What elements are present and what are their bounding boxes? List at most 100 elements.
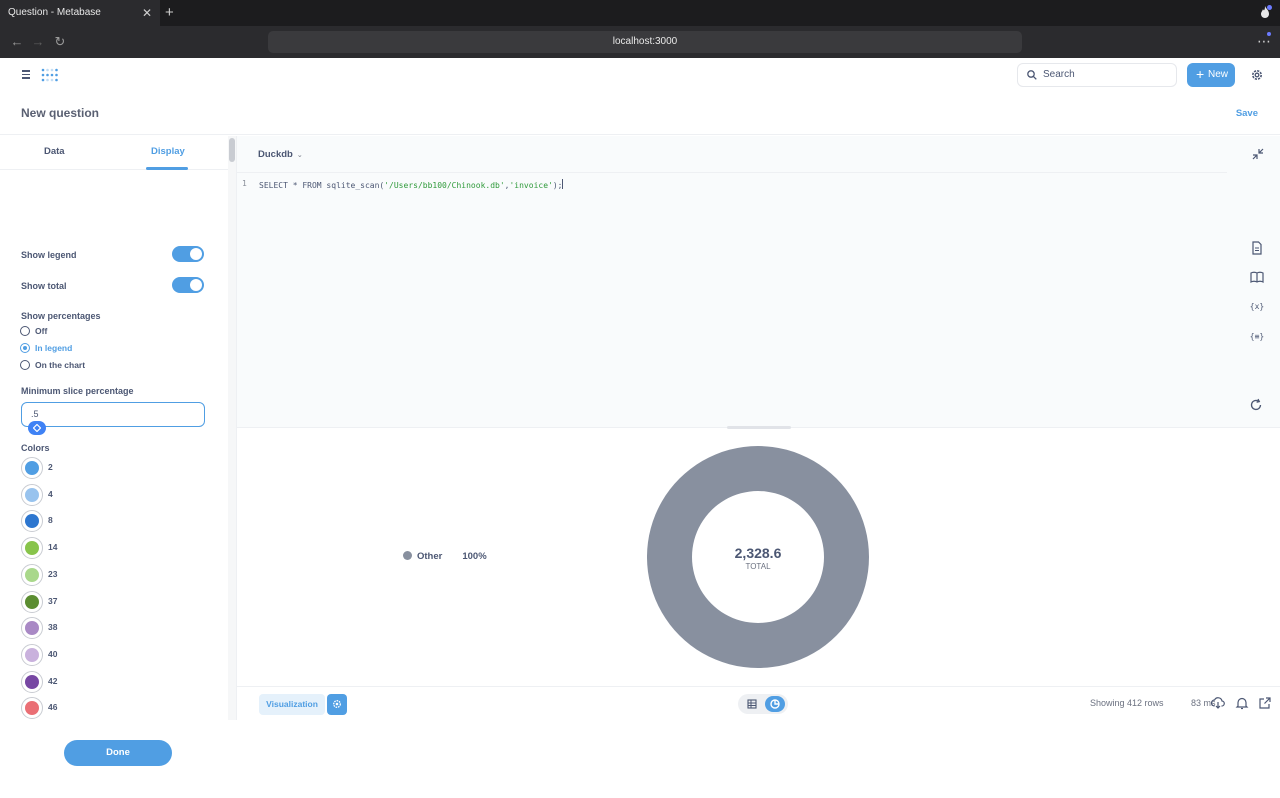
new-button[interactable]: + New: [1187, 63, 1235, 87]
chart-legend: Other 100%: [403, 551, 487, 562]
color-swatch-fill: [25, 647, 39, 662]
color-swatch-fill: [25, 487, 39, 502]
color-swatch-fill: [25, 701, 39, 716]
bell-icon[interactable]: [1235, 696, 1249, 710]
pie-chart-icon: [770, 699, 780, 709]
row-count: Showing 412 rows: [1090, 698, 1164, 708]
color-swatch[interactable]: [21, 617, 43, 640]
data-reference-book-icon[interactable]: [1250, 270, 1264, 284]
color-label: 38: [48, 622, 58, 633]
minimum-slice-label: Minimum slice percentage: [21, 386, 134, 396]
show-legend-toggle[interactable]: [172, 246, 204, 262]
color-label: 2: [48, 462, 53, 472]
snippet-document-icon[interactable]: [1250, 241, 1264, 255]
sidebar-footer: Done: [0, 730, 236, 798]
color-label: 8: [48, 515, 53, 526]
color-swatch[interactable]: [21, 457, 43, 479]
sql-string: '/Users/bb100/Chinook.db': [384, 181, 505, 190]
notification-dot: [1267, 32, 1271, 36]
sql-string: 'invoice': [509, 181, 553, 190]
settings-gear-icon[interactable]: [1250, 68, 1264, 82]
browser-tab[interactable]: Question - Metabase ✕: [0, 0, 160, 26]
donut-total-value: 2,328.6: [734, 545, 782, 561]
color-swatch[interactable]: [21, 483, 43, 506]
color-swatch[interactable]: [21, 643, 43, 666]
native-query-editor: Duckdb ⌄ 1 SELECT * FROM sqlite_scan('/Us…: [237, 136, 1280, 429]
sql-code[interactable]: SELECT * FROM sqlite_scan('/Users/bb100/…: [259, 179, 564, 190]
donut-total-label: TOTAL: [745, 562, 771, 571]
search-input[interactable]: Search: [1017, 63, 1177, 87]
show-total-label: Show total: [21, 281, 67, 291]
address-bar[interactable]: localhost:3000: [268, 31, 1022, 53]
share-icon[interactable]: [1258, 696, 1272, 710]
active-tab-indicator: [146, 167, 188, 170]
page-title[interactable]: New question: [21, 106, 99, 120]
search-icon: [1027, 70, 1037, 80]
variables-icon[interactable]: {x}: [1250, 299, 1264, 313]
color-swatch-fill: [25, 567, 39, 582]
color-swatch-fill: [25, 674, 39, 689]
database-name: Duckdb: [258, 149, 293, 160]
plus-icon: +: [1196, 66, 1205, 82]
chevron-down-icon: ⌄: [296, 152, 303, 159]
visualization-button[interactable]: Visualization: [259, 694, 325, 715]
refresh-icon[interactable]: [1249, 398, 1263, 412]
color-swatch[interactable]: [21, 670, 43, 693]
forward-icon[interactable]: →: [28, 26, 48, 58]
download-icon[interactable]: [1211, 696, 1225, 710]
metabase-app: Search + New New question Save Data Disp…: [0, 58, 1280, 798]
color-swatch-fill: [25, 594, 39, 609]
chart-settings-button[interactable]: [327, 694, 347, 715]
more-icon[interactable]: ⋯: [1257, 26, 1271, 56]
chart-settings-sidebar: Data Display Show legend Show total Show…: [0, 136, 237, 798]
color-swatch[interactable]: [21, 563, 43, 586]
new-tab-icon[interactable]: +: [165, 0, 174, 26]
color-swatch-fill: [25, 541, 39, 556]
radio-label: On the chart: [35, 360, 86, 370]
radio-circle: [20, 326, 30, 336]
radio-off[interactable]: Off: [20, 325, 47, 337]
minimum-slice-input[interactable]: .5: [21, 402, 205, 427]
color-label: 4: [48, 488, 53, 499]
notification-dot: [1267, 5, 1272, 10]
legend-color-dot: [403, 551, 412, 560]
radio-circle: [20, 360, 30, 370]
metabase-logo-icon[interactable]: [41, 68, 59, 82]
radio-in-legend[interactable]: In legend: [20, 342, 72, 354]
sidebar-tabs: Data Display: [0, 136, 228, 170]
collapse-editor-icon[interactable]: [1252, 148, 1264, 160]
color-label: 23: [48, 568, 58, 579]
save-button[interactable]: Save: [1236, 108, 1258, 119]
back-icon[interactable]: ←: [7, 26, 27, 58]
sidebar-scrollbar[interactable]: [228, 136, 236, 720]
scrollbar-thumb[interactable]: [229, 138, 235, 162]
database-picker[interactable]: Duckdb ⌄: [258, 149, 303, 160]
radio-on-the-chart[interactable]: On the chart: [20, 359, 85, 371]
color-swatch[interactable]: [21, 697, 43, 720]
sql-editor[interactable]: 1 SELECT * FROM sqlite_scan('/Users/bb10…: [237, 172, 1227, 428]
tab-display[interactable]: Display: [151, 146, 185, 157]
tab-data[interactable]: Data: [44, 146, 65, 157]
query-footer: Visualization Showing 412 rows 83 ms: [237, 686, 1280, 720]
color-swatch[interactable]: [21, 537, 43, 560]
show-total-toggle[interactable]: [172, 277, 204, 293]
browser-tab-title: Question - Metabase: [8, 7, 101, 18]
color-swatch-fill: [25, 514, 39, 529]
reload-icon[interactable]: ↻: [50, 26, 70, 58]
chart-view-button[interactable]: [765, 696, 785, 712]
close-tab-icon[interactable]: ✕: [142, 0, 152, 26]
app-header: Search + New: [0, 58, 1280, 92]
gear-icon: [333, 700, 341, 708]
line-number: 1: [242, 179, 247, 188]
key-icon: [33, 424, 41, 432]
color-swatch[interactable]: [21, 510, 43, 533]
password-manager-badge[interactable]: [28, 421, 46, 435]
done-button[interactable]: Done: [64, 740, 172, 766]
show-legend-label: Show legend: [21, 250, 77, 260]
legend-item-label[interactable]: Other: [417, 551, 442, 562]
snippets-icon[interactable]: {≡}: [1250, 329, 1264, 343]
hamburger-icon[interactable]: [22, 70, 30, 79]
table-icon[interactable]: [746, 698, 758, 710]
text-caret: [562, 179, 564, 189]
color-swatch[interactable]: [21, 590, 43, 613]
